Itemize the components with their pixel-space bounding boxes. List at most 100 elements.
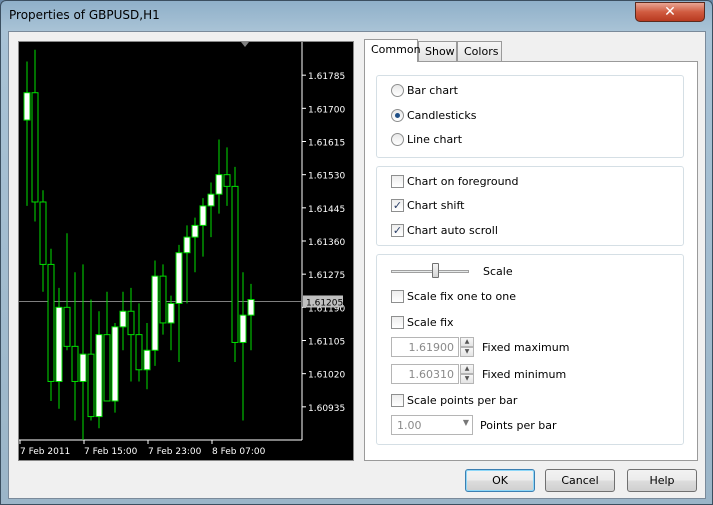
scale-group: Scale Scale fix one to one Scale fix 1.6… (376, 254, 684, 445)
time-label: 7 Feb 2011 (20, 447, 70, 457)
current-price-label: 1.61205 (306, 298, 343, 308)
scale-fix-label: Scale fix (407, 316, 454, 329)
scale-slider-thumb[interactable] (432, 263, 439, 278)
scale-fix-one-label: Scale fix one to one (407, 290, 517, 303)
scale-points-per-bar-option[interactable]: Scale points per bar (391, 394, 517, 407)
chart-foreground-checkbox[interactable] (391, 175, 404, 188)
bar-chart-radio[interactable] (391, 84, 404, 97)
scale-points-per-bar-checkbox[interactable] (391, 394, 404, 407)
fixed-minimum-spinner[interactable]: ▲ ▼ (460, 364, 474, 384)
chart-preview: 1.61785 1.61700 1.61615 1.61530 1.61445 1.613… (18, 41, 354, 461)
scale-fix-one-option[interactable]: Scale fix one to one (391, 290, 516, 303)
candle-body (215, 174, 223, 195)
candle-body (119, 310, 127, 328)
candle-body (207, 193, 215, 207)
tab-common[interactable]: Common (364, 39, 421, 62)
chart-autoscroll-option[interactable]: ✓ Chart auto scroll (391, 224, 498, 237)
price-label: 1.60935 (308, 404, 345, 414)
cancel-button[interactable]: Cancel (545, 469, 615, 492)
ok-button[interactable]: OK (465, 469, 535, 492)
properties-dialog: Properties of GBPUSD,H1 ✕ 1.61785 1.61700… (0, 0, 713, 505)
candle-body (247, 299, 255, 316)
scale-points-per-bar-label: Scale points per bar (407, 394, 518, 407)
price-label: 1.61105 (308, 338, 345, 348)
spin-up-icon[interactable]: ▲ (460, 337, 474, 347)
scale-row: Scale (391, 262, 513, 280)
points-per-bar-label: Points per bar (480, 418, 557, 432)
fixed-maximum-input[interactable]: 1.61900 (391, 337, 459, 357)
candle-body (183, 236, 191, 254)
line-chart-option[interactable]: Line chart (391, 133, 462, 146)
candlesticks-radio[interactable] (391, 109, 404, 122)
candle-body (71, 345, 79, 382)
points-per-bar-row: 1.00 ▼ Points per bar (391, 415, 557, 435)
help-button[interactable]: Help (627, 469, 697, 492)
time-label: 7 Feb 23:00 (148, 447, 202, 457)
scale-fix-option[interactable]: Scale fix (391, 316, 454, 329)
fixed-maximum-row: 1.61900 ▲ ▼ Fixed maximum (391, 337, 569, 357)
bar-chart-option[interactable]: Bar chart (391, 84, 458, 97)
chart-autoscroll-checkbox[interactable]: ✓ (391, 224, 404, 237)
tab-colors[interactable]: Colors (457, 41, 502, 61)
scale-fix-checkbox[interactable] (391, 316, 404, 329)
candle-body (191, 224, 199, 238)
chart-svg: 1.61785 1.61700 1.61615 1.61530 1.61445 1.613… (19, 42, 345, 457)
points-per-bar-combo[interactable]: 1.00 ▼ (391, 415, 473, 435)
chevron-down-icon[interactable]: ▼ (463, 418, 469, 427)
fixed-minimum-input[interactable]: 1.60310 (391, 364, 459, 384)
tab-show[interactable]: Show (418, 41, 457, 61)
candle-body (223, 174, 231, 187)
scale-label: Scale (483, 264, 513, 278)
time-label: 8 Feb 07:00 (212, 447, 266, 457)
title-bar[interactable]: Properties of GBPUSD,H1 ✕ (1, 1, 712, 31)
line-chart-radio[interactable] (391, 133, 404, 146)
price-label: 1.61615 (308, 139, 345, 149)
candle-body (231, 185, 239, 343)
close-button[interactable]: ✕ (635, 2, 705, 22)
candle-body (127, 310, 135, 336)
window-title: Properties of GBPUSD,H1 (9, 8, 160, 22)
chart-autoscroll-label: Chart auto scroll (407, 224, 498, 237)
spin-down-icon[interactable]: ▼ (460, 374, 474, 384)
line-chart-label: Line chart (407, 133, 463, 146)
candle-body (167, 302, 175, 324)
candle-body (47, 263, 55, 382)
spin-up-icon[interactable]: ▲ (460, 364, 474, 374)
fixed-maximum-spinner[interactable]: ▲ ▼ (460, 337, 474, 357)
price-label: 1.61445 (308, 205, 345, 215)
candle-body (111, 326, 119, 402)
chart-shift-option[interactable]: ✓ Chart shift (391, 199, 464, 212)
scale-fix-one-checkbox[interactable] (391, 290, 404, 303)
common-tab-panel: Bar chart Candlesticks Line chart Chart … (364, 61, 698, 461)
scale-slider-track (391, 270, 469, 273)
spin-down-icon[interactable]: ▼ (460, 347, 474, 357)
candlesticks-option[interactable]: Candlesticks (391, 109, 476, 122)
chart-shift-label: Chart shift (407, 199, 465, 212)
chart-shift-checkbox[interactable]: ✓ (391, 199, 404, 212)
fixed-minimum-label: Fixed minimum (482, 367, 567, 381)
candlesticks-label: Candlesticks (407, 109, 477, 122)
candle-body (39, 201, 47, 265)
chart-foreground-option[interactable]: Chart on foreground (391, 175, 519, 188)
fixed-minimum-row: 1.60310 ▲ ▼ Fixed minimum (391, 364, 566, 384)
price-label: 1.61530 (308, 172, 345, 182)
scale-slider[interactable] (391, 262, 469, 280)
points-per-bar-value: 1.00 (397, 419, 422, 432)
dialog-client: 1.61785 1.61700 1.61615 1.61530 1.61445 1.613… (8, 31, 706, 499)
candle-body (135, 334, 143, 371)
time-label: 7 Feb 15:00 (84, 447, 138, 457)
price-label: 1.61275 (308, 271, 345, 281)
price-label: 1.61700 (308, 105, 345, 115)
candle-body (199, 205, 207, 226)
chart-type-group: Bar chart Candlesticks Line chart (376, 75, 684, 158)
price-label: 1.61785 (308, 72, 345, 82)
candle-body (103, 334, 111, 402)
candle-body (239, 314, 247, 343)
candle-body (87, 353, 95, 418)
fixed-maximum-label: Fixed maximum (482, 340, 570, 354)
chart-options-group: Chart on foreground ✓ Chart shift ✓ Char… (376, 166, 684, 246)
candle-body (175, 252, 183, 304)
candle-body (31, 92, 39, 203)
candle-body (63, 306, 71, 347)
price-label: 1.61020 (308, 371, 345, 381)
